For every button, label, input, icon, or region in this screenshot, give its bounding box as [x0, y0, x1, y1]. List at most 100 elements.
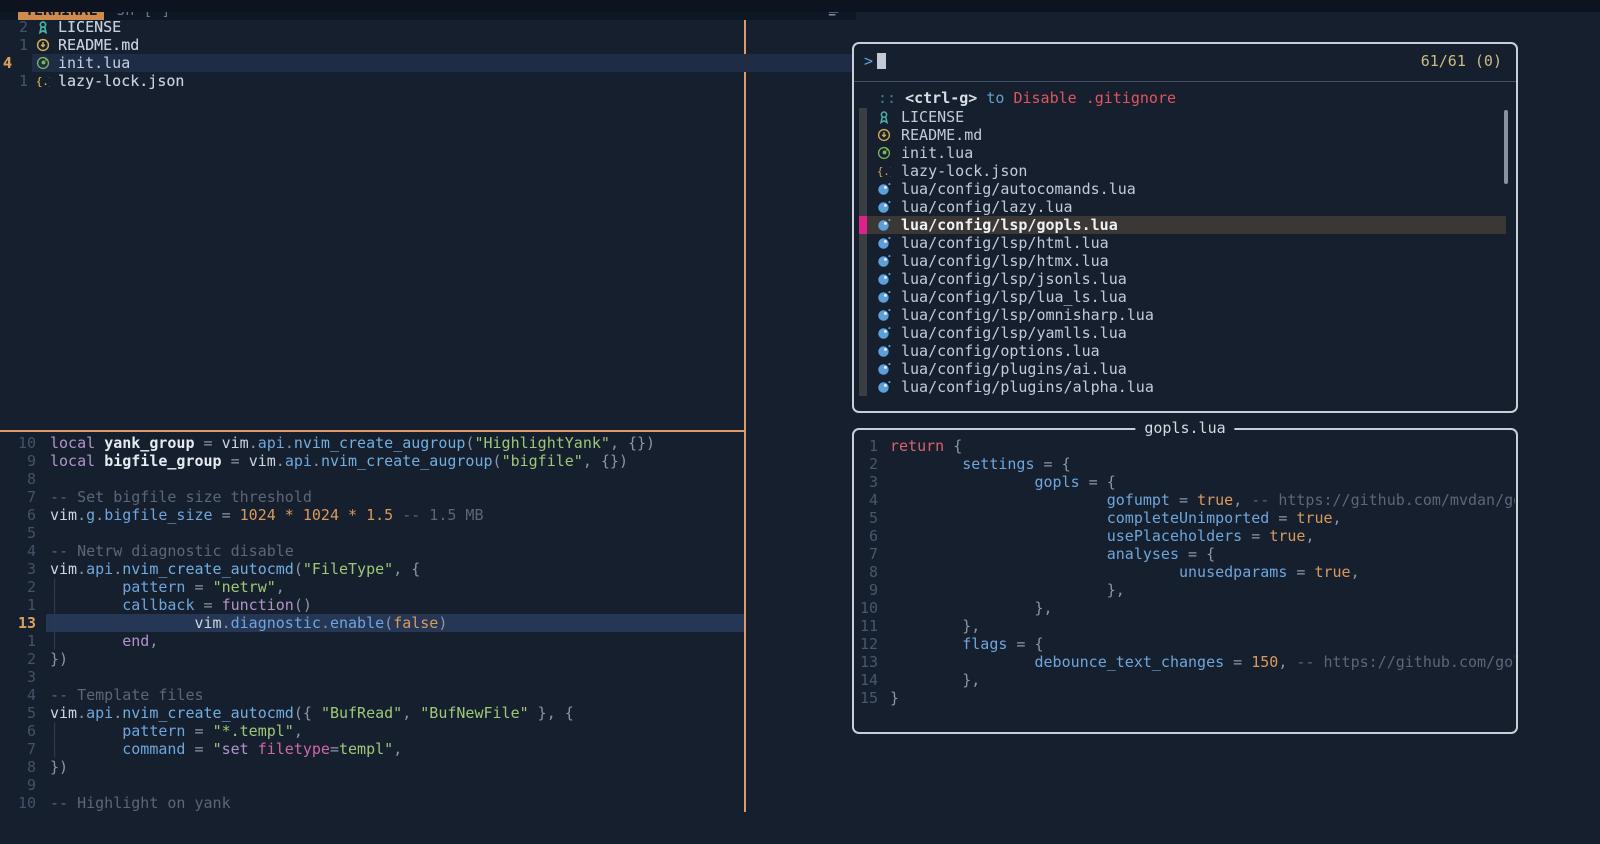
- prompt-icon: >: [864, 52, 873, 70]
- scrollbar[interactable]: [1504, 110, 1508, 184]
- fzf-item[interactable]: lua/config/lsp/htmx.lua: [859, 252, 1506, 270]
- fzf-prompt[interactable]: > 61/61 (0): [864, 52, 1506, 72]
- line-number: 1: [0, 72, 28, 90]
- code-line[interactable]: 9: [0, 776, 744, 794]
- line-number: 8: [0, 758, 36, 776]
- file-entry[interactable]: 1 {.} lazy-lock.json: [0, 72, 854, 90]
- line-number: 12: [854, 635, 878, 653]
- selection-gutter: [859, 180, 867, 198]
- file-path: lua/config/plugins/ai.lua: [901, 360, 1127, 378]
- preview-line: 2 settings = {: [854, 455, 1515, 473]
- code-line[interactable]: 7-- Set bigfile size threshold: [0, 488, 744, 506]
- fzf-item[interactable]: lua/config/options.lua: [859, 342, 1506, 360]
- readme-icon: [877, 128, 895, 142]
- code-editor: 10local yank_group = vim.api.nvim_create…: [0, 434, 744, 812]
- line-number: 7: [0, 740, 36, 758]
- lua-icon: [877, 182, 895, 196]
- file-entry[interactable]: 4init.lua: [0, 54, 854, 72]
- lua-icon: [877, 200, 895, 214]
- file-path: lua/config/lsp/lua_ls.lua: [901, 288, 1127, 306]
- line-number: 6: [0, 722, 36, 740]
- line-number: 11: [854, 617, 878, 635]
- line-number: 2: [0, 18, 28, 36]
- fzf-item[interactable]: lua/config/lsp/gopls.lua: [859, 216, 1506, 234]
- json-icon: {.}: [36, 74, 52, 88]
- code-line[interactable]: 10local yank_group = vim.api.nvim_create…: [0, 434, 744, 452]
- code-line[interactable]: 2│ pattern = "netrw",: [0, 578, 744, 596]
- code-line[interactable]: 6│ pattern = "*.templ",: [0, 722, 744, 740]
- preview-line: 7 analyses = {: [854, 545, 1515, 563]
- line-number: 10: [0, 434, 36, 452]
- file-path: lua/config/lsp/html.lua: [901, 234, 1109, 252]
- fzf-item[interactable]: LICENSE: [859, 108, 1506, 126]
- code-line[interactable]: 9local bigfile_group = vim.api.nvim_crea…: [0, 452, 744, 470]
- fzf-item[interactable]: lua/config/lsp/jsonls.lua: [859, 270, 1506, 288]
- code-line[interactable]: 3: [0, 668, 744, 686]
- preview-line: 5 completeUnimported = true,: [854, 509, 1515, 527]
- line-number: 10: [854, 599, 878, 617]
- code-line[interactable]: 5vim.api.nvim_create_autocmd({ "BufRead"…: [0, 704, 744, 722]
- file-entry[interactable]: 1README.md: [0, 36, 854, 54]
- preview-line: 13 debounce_text_changes = 150, -- https…: [854, 653, 1515, 671]
- readme-icon: [36, 38, 52, 52]
- line-number: 6: [0, 506, 36, 524]
- fzf-item[interactable]: init.lua: [859, 144, 1506, 162]
- code-line[interactable]: 7│ command = "set filetype=templ",: [0, 740, 744, 758]
- code-line[interactable]: 1│ callback = function(): [0, 596, 744, 614]
- fzf-item[interactable]: lua/config/lsp/html.lua: [859, 234, 1506, 252]
- file-name: LICENSE: [58, 18, 121, 36]
- preview-line: 1return {: [854, 437, 1515, 455]
- fzf-file-picker: > 61/61 (0) :: <ctrl-g> to Disable .giti…: [852, 42, 1518, 413]
- code-line[interactable]: 4-- Template files: [0, 686, 744, 704]
- preview-line: 4 gofumpt = true, -- https://github.com/…: [854, 491, 1515, 509]
- selection-gutter: [859, 270, 867, 288]
- code-line[interactable]: 3vim.api.nvim_create_autocmd("FileType",…: [0, 560, 744, 578]
- fzf-item[interactable]: {.}lazy-lock.json: [859, 162, 1506, 180]
- fzf-item[interactable]: lua/config/lsp/lua_ls.lua: [859, 288, 1506, 306]
- code-line[interactable]: 4-- Netrw diagnostic disable: [0, 542, 744, 560]
- code-line[interactable]: 2}): [0, 650, 744, 668]
- preview-line: 12 flags = {: [854, 635, 1515, 653]
- line-number: 14: [854, 671, 878, 689]
- fzf-item[interactable]: lua/config/lsp/yamlls.lua: [859, 324, 1506, 342]
- line-number: 2: [0, 650, 36, 668]
- selection-gutter: [859, 144, 867, 162]
- file-name: README.md: [58, 36, 139, 54]
- file-name: lazy-lock.json: [58, 72, 184, 90]
- fzf-item[interactable]: lua/config/lsp/omnisharp.lua: [859, 306, 1506, 324]
- line-number: 4: [0, 54, 28, 72]
- preview-line: 15}: [854, 689, 1515, 707]
- json-icon: {.}: [877, 164, 895, 178]
- line-number: 13: [854, 653, 878, 671]
- line-number: 3: [854, 473, 878, 491]
- file-path: lua/config/options.lua: [901, 342, 1100, 360]
- window-horizontal-separator[interactable]: [0, 430, 744, 432]
- lua-icon: [877, 218, 895, 232]
- code-line[interactable]: 6vim.g.bigfile_size = 1024 * 1024 * 1.5 …: [0, 506, 744, 524]
- fzf-item[interactable]: lua/config/autocomands.lua: [859, 180, 1506, 198]
- preview-line: 14 },: [854, 671, 1515, 689]
- code-line[interactable]: 8: [0, 470, 744, 488]
- line-number: 2: [854, 455, 878, 473]
- match-counter: 61/61 (0): [1421, 52, 1502, 70]
- command-line[interactable]: [0, 0, 1600, 12]
- line-number: 7: [854, 545, 878, 563]
- fzf-item[interactable]: README.md: [859, 126, 1506, 144]
- fzf-item[interactable]: lua/config/plugins/alpha.lua: [859, 378, 1506, 396]
- code-line[interactable]: 8}): [0, 758, 744, 776]
- code-line[interactable]: 13│ vim.diagnostic.enable(false): [0, 614, 744, 632]
- selection-gutter: [859, 162, 867, 180]
- code-line[interactable]: 10-- Highlight on yank: [0, 794, 744, 812]
- fzf-item[interactable]: lua/config/lazy.lua: [859, 198, 1506, 216]
- fzf-item[interactable]: lua/config/plugins/ai.lua: [859, 360, 1506, 378]
- selection-gutter: [859, 234, 867, 252]
- code-line[interactable]: 1│ end,: [0, 632, 744, 650]
- toggle-gitignore-action: Disable .gitignore: [1013, 89, 1176, 107]
- lua-icon: [877, 344, 895, 358]
- file-entry[interactable]: 2 LICENSE: [0, 18, 854, 36]
- preview-line: 6 usePlaceholders = true,: [854, 527, 1515, 545]
- code-line[interactable]: 5: [0, 524, 744, 542]
- preview-title: gopls.lua: [1135, 419, 1234, 437]
- file-preview-window: gopls.lua 1return {2 settings = {3 gopls…: [852, 428, 1518, 734]
- window-vertical-separator[interactable]: [744, 0, 746, 812]
